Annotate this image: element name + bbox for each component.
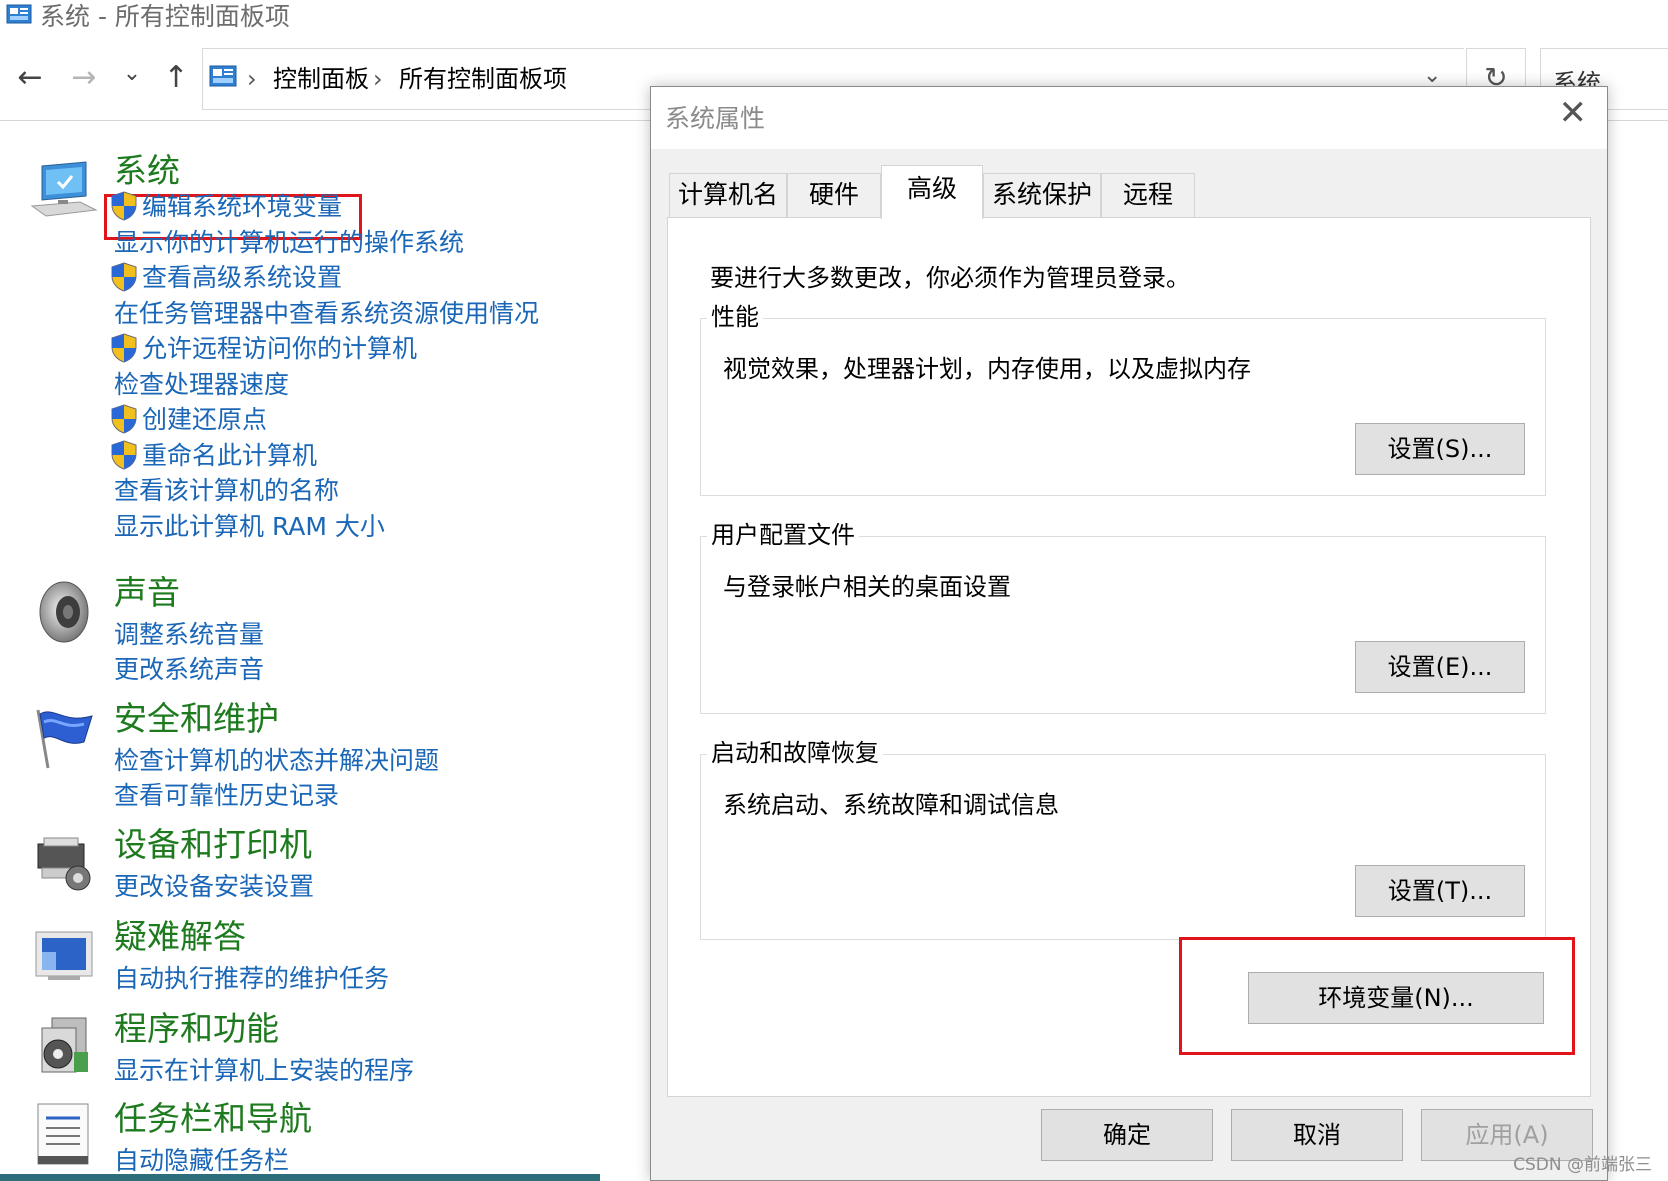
uac-shield-icon <box>110 440 138 470</box>
control-panel-icon <box>209 65 237 87</box>
link-installed-programs[interactable]: 显示在计算机上安装的程序 <box>114 1054 414 1088</box>
system-link-label: 显示此计算机 RAM 大小 <box>114 512 385 541</box>
system-link-label: 重命名此计算机 <box>142 441 318 470</box>
group-legend-startup-recovery: 启动和故障恢复 <box>707 737 883 769</box>
system-link-item[interactable]: 在任务管理器中查看系统资源使用情况 <box>114 297 539 331</box>
cancel-button[interactable]: 取消 <box>1231 1109 1403 1161</box>
uac-shield-icon <box>110 191 138 221</box>
link-adjust-volume[interactable]: 调整系统音量 <box>114 618 264 652</box>
address-dropdown-icon[interactable]: ⌄ <box>1423 63 1441 88</box>
link-check-status[interactable]: 检查计算机的状态并解决问题 <box>114 744 439 778</box>
system-link-item[interactable]: 查看该计算机的名称 <box>114 474 339 508</box>
taskbar-strip <box>0 1174 600 1181</box>
system-link-label: 查看高级系统设置 <box>142 263 343 292</box>
system-link-item[interactable]: 查看高级系统设置 <box>110 261 342 295</box>
group-desc-performance: 视觉效果，处理器计划，内存使用，以及虚拟内存 <box>723 355 1251 383</box>
breadcrumb-control-panel[interactable]: 控制面板 <box>273 61 369 97</box>
link-device-install-settings[interactable]: 更改设备安装设置 <box>114 870 314 904</box>
category-heading-taskbar[interactable]: 任务栏和导航 <box>114 1098 312 1140</box>
system-link-label: 允许远程访问你的计算机 <box>142 334 418 363</box>
system-link-label: 创建还原点 <box>142 405 268 434</box>
tab-remote[interactable]: 远程 <box>1101 173 1195 217</box>
taskbar-icon <box>37 1103 89 1165</box>
group-user-profiles: 用户配置文件 与登录帐户相关的桌面设置 设置(E)... <box>700 519 1546 714</box>
control-panel-icon <box>6 4 32 24</box>
uac-shield-icon <box>110 404 138 434</box>
system-link-item[interactable]: 显示你的计算机运行的操作系统 <box>114 226 464 260</box>
category-heading-programs[interactable]: 程序和功能 <box>114 1008 279 1050</box>
dialog-title-bar: 系统属性 ✕ <box>651 87 1607 149</box>
highlight-box <box>1179 937 1575 1055</box>
category-heading-sound[interactable]: 声音 <box>114 572 180 614</box>
system-link-label: 检查处理器速度 <box>114 370 290 399</box>
uac-shield-icon <box>110 333 138 363</box>
watermark: CSDN @前端张三 <box>1513 1155 1652 1175</box>
up-arrow-icon[interactable]: ↑ <box>158 60 194 96</box>
system-link-label: 在任务管理器中查看系统资源使用情况 <box>114 299 540 328</box>
group-startup-recovery: 启动和故障恢复 系统启动、系统故障和调试信息 设置(T)... <box>700 737 1546 940</box>
system-link-item[interactable]: 允许远程访问你的计算机 <box>110 332 417 366</box>
programs-icon <box>41 1017 88 1073</box>
user-profiles-settings-button[interactable]: 设置(E)... <box>1355 641 1525 693</box>
link-change-sounds[interactable]: 更改系统声音 <box>114 653 264 687</box>
startup-recovery-settings-button[interactable]: 设置(T)... <box>1355 865 1525 917</box>
breadcrumb-separator: › <box>373 65 383 93</box>
group-desc-startup-recovery: 系统启动、系统故障和调试信息 <box>723 791 1059 819</box>
category-heading-troubleshooting[interactable]: 疑难解答 <box>114 916 246 958</box>
category-heading-security[interactable]: 安全和维护 <box>114 698 279 740</box>
tab-advanced[interactable]: 高级 <box>881 165 983 219</box>
system-properties-dialog: 系统属性 ✕ 计算机名 硬件 高级 系统保护 远程 要进行大多数更改，你必须作为… <box>650 86 1608 1181</box>
admin-notice: 要进行大多数更改，你必须作为管理员登录。 <box>710 264 1190 292</box>
close-icon[interactable]: ✕ <box>1559 93 1588 133</box>
uac-shield-icon <box>110 262 138 292</box>
recent-locations-icon[interactable]: ⌄ <box>114 56 150 92</box>
speaker-icon <box>39 581 89 643</box>
group-desc-user-profiles: 与登录帐户相关的桌面设置 <box>723 573 1011 601</box>
dialog-title: 系统属性 <box>665 104 766 133</box>
troubleshoot-icon <box>35 931 93 980</box>
tab-system-protection[interactable]: 系统保护 <box>983 173 1101 217</box>
flag-icon <box>36 709 93 769</box>
system-link-item[interactable]: 检查处理器速度 <box>114 368 289 402</box>
system-link-label: 查看该计算机的名称 <box>114 476 340 505</box>
forward-arrow-icon[interactable]: → <box>66 60 102 96</box>
link-maintenance-tasks[interactable]: 自动执行推荐的维护任务 <box>114 962 389 996</box>
category-heading-devices[interactable]: 设备和打印机 <box>114 824 312 866</box>
system-link-label: 显示你的计算机运行的操作系统 <box>114 228 465 257</box>
printer-icon <box>37 837 91 891</box>
link-reliability-history[interactable]: 查看可靠性历史记录 <box>114 779 339 813</box>
group-legend-user-profiles: 用户配置文件 <box>707 519 859 551</box>
tab-computer-name[interactable]: 计算机名 <box>669 173 787 217</box>
breadcrumb-all-items[interactable]: 所有控制面板项 <box>399 61 567 97</box>
category-heading-system[interactable]: 系统 <box>114 150 180 192</box>
title-bar: 系统 - 所有控制面板项 <box>0 0 1668 36</box>
system-link-item[interactable]: 显示此计算机 RAM 大小 <box>114 510 385 544</box>
system-link-item[interactable]: 创建还原点 <box>110 403 267 437</box>
group-performance: 性能 视觉效果，处理器计划，内存使用，以及虚拟内存 设置(S)... <box>700 301 1546 496</box>
tab-hardware[interactable]: 硬件 <box>787 173 881 217</box>
system-link-item[interactable]: 编辑系统环境变量 <box>110 190 342 224</box>
computer-monitor-icon <box>30 161 98 217</box>
group-legend-performance: 性能 <box>707 301 763 333</box>
breadcrumb-separator: › <box>247 65 257 93</box>
system-link-item[interactable]: 重命名此计算机 <box>110 439 317 473</box>
ok-button[interactable]: 确定 <box>1041 1109 1213 1161</box>
system-link-label: 编辑系统环境变量 <box>142 192 343 221</box>
back-arrow-icon[interactable]: ← <box>12 60 48 96</box>
performance-settings-button[interactable]: 设置(S)... <box>1355 423 1525 475</box>
window-title: 系统 - 所有控制面板项 <box>40 2 290 31</box>
link-autohide-taskbar[interactable]: 自动隐藏任务栏 <box>114 1144 289 1178</box>
